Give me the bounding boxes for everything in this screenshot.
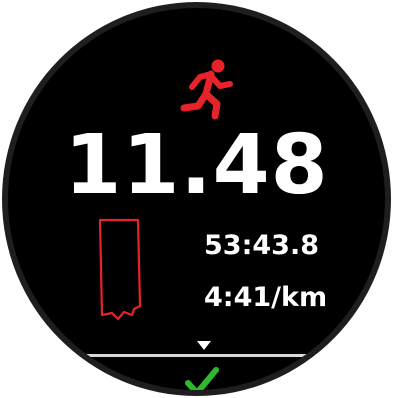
watch-face: 11.48 53:43.8 4:41/km bbox=[0, 0, 393, 398]
distance-value: 11.48 bbox=[64, 118, 329, 213]
watch-screen: 11.48 53:43.8 4:41/km bbox=[8, 8, 385, 390]
route-map bbox=[98, 218, 142, 321]
chevron-down-icon[interactable] bbox=[197, 341, 211, 350]
running-icon bbox=[180, 59, 233, 120]
checkmark-icon[interactable] bbox=[185, 367, 219, 390]
menu-divider bbox=[86, 354, 318, 357]
elapsed-time: 53:43.8 bbox=[204, 230, 319, 261]
pace-value: 4:41/km bbox=[204, 282, 328, 313]
